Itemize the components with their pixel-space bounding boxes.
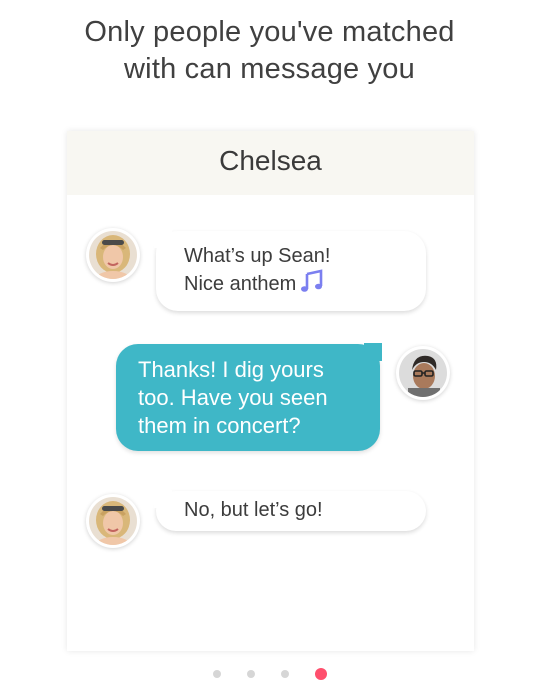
headline-line-2: with can message you <box>124 53 415 85</box>
bubble-tail <box>154 490 172 508</box>
page-dot-3[interactable] <box>280 670 289 678</box>
chelsea-avatar[interactable] <box>86 228 140 282</box>
message-bubble-incoming-2[interactable]: No, but let’s go! <box>154 490 426 531</box>
bubble-tail <box>154 230 172 248</box>
chelsea-avatar-image <box>89 497 137 545</box>
headline: Only people you've matched with can mess… <box>0 14 539 88</box>
message-bubble-outgoing[interactable]: Thanks! I dig yours too. Have you seen t… <box>116 343 382 451</box>
chat-card: Chelsea What’s up Sean! Nice anthem Than… <box>67 131 474 651</box>
page-dot-1[interactable] <box>212 670 221 678</box>
chelsea-avatar-image <box>89 231 137 279</box>
chat-title: Chelsea <box>219 145 322 176</box>
message-text-line: Thanks! I dig yours <box>138 357 324 382</box>
message-text-line: No, but let’s go! <box>184 499 323 521</box>
page-dot-4-active[interactable] <box>314 668 327 680</box>
sean-avatar-image <box>399 349 447 397</box>
music-note-icon <box>300 269 324 300</box>
chelsea-avatar[interactable] <box>86 494 140 548</box>
message-bubble-incoming-1[interactable]: What’s up Sean! Nice anthem <box>154 230 426 311</box>
message-text-line: What’s up Sean! <box>184 245 331 267</box>
message-text-line: too. Have you seen <box>138 385 328 410</box>
page-dot-2[interactable] <box>246 670 255 678</box>
pagination-dots <box>0 668 539 680</box>
sean-avatar[interactable] <box>396 346 450 400</box>
message-text-fragment: Nice anthem <box>184 273 297 295</box>
headline-line-1: Only people you've matched <box>84 16 455 48</box>
message-text-line: them in concert? <box>138 413 301 438</box>
message-text-line: Nice anthem <box>184 269 426 300</box>
chat-header: Chelsea <box>67 131 474 195</box>
